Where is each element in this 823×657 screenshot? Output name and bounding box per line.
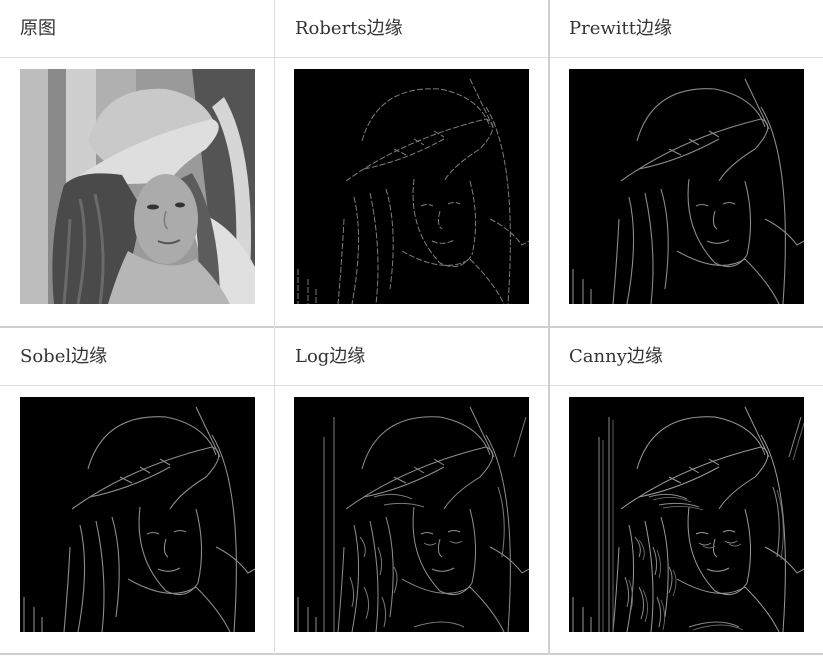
header-prewitt: Prewitt边缘 [569, 18, 672, 39]
canny-edge-image [569, 397, 804, 632]
row-divider [0, 326, 823, 328]
comparison-table: 原图 Roberts边缘 Prewitt边缘 Sobel边缘 Log边缘 Can… [0, 0, 823, 657]
sobel-edge-image [20, 397, 255, 632]
roberts-edge-image [294, 69, 529, 304]
original-image [20, 69, 255, 304]
column-divider [274, 0, 275, 655]
header-original: 原图 [20, 18, 56, 39]
header-log: Log边缘 [295, 346, 366, 367]
header-sobel: Sobel边缘 [20, 346, 108, 367]
table-bottom-border [0, 653, 823, 655]
row-divider [0, 57, 823, 58]
header-canny: Canny边缘 [569, 346, 663, 367]
header-roberts: Roberts边缘 [295, 18, 403, 39]
prewitt-edge-image [569, 69, 804, 304]
column-divider [548, 0, 550, 655]
row-divider [0, 385, 823, 386]
log-edge-image [294, 397, 529, 632]
